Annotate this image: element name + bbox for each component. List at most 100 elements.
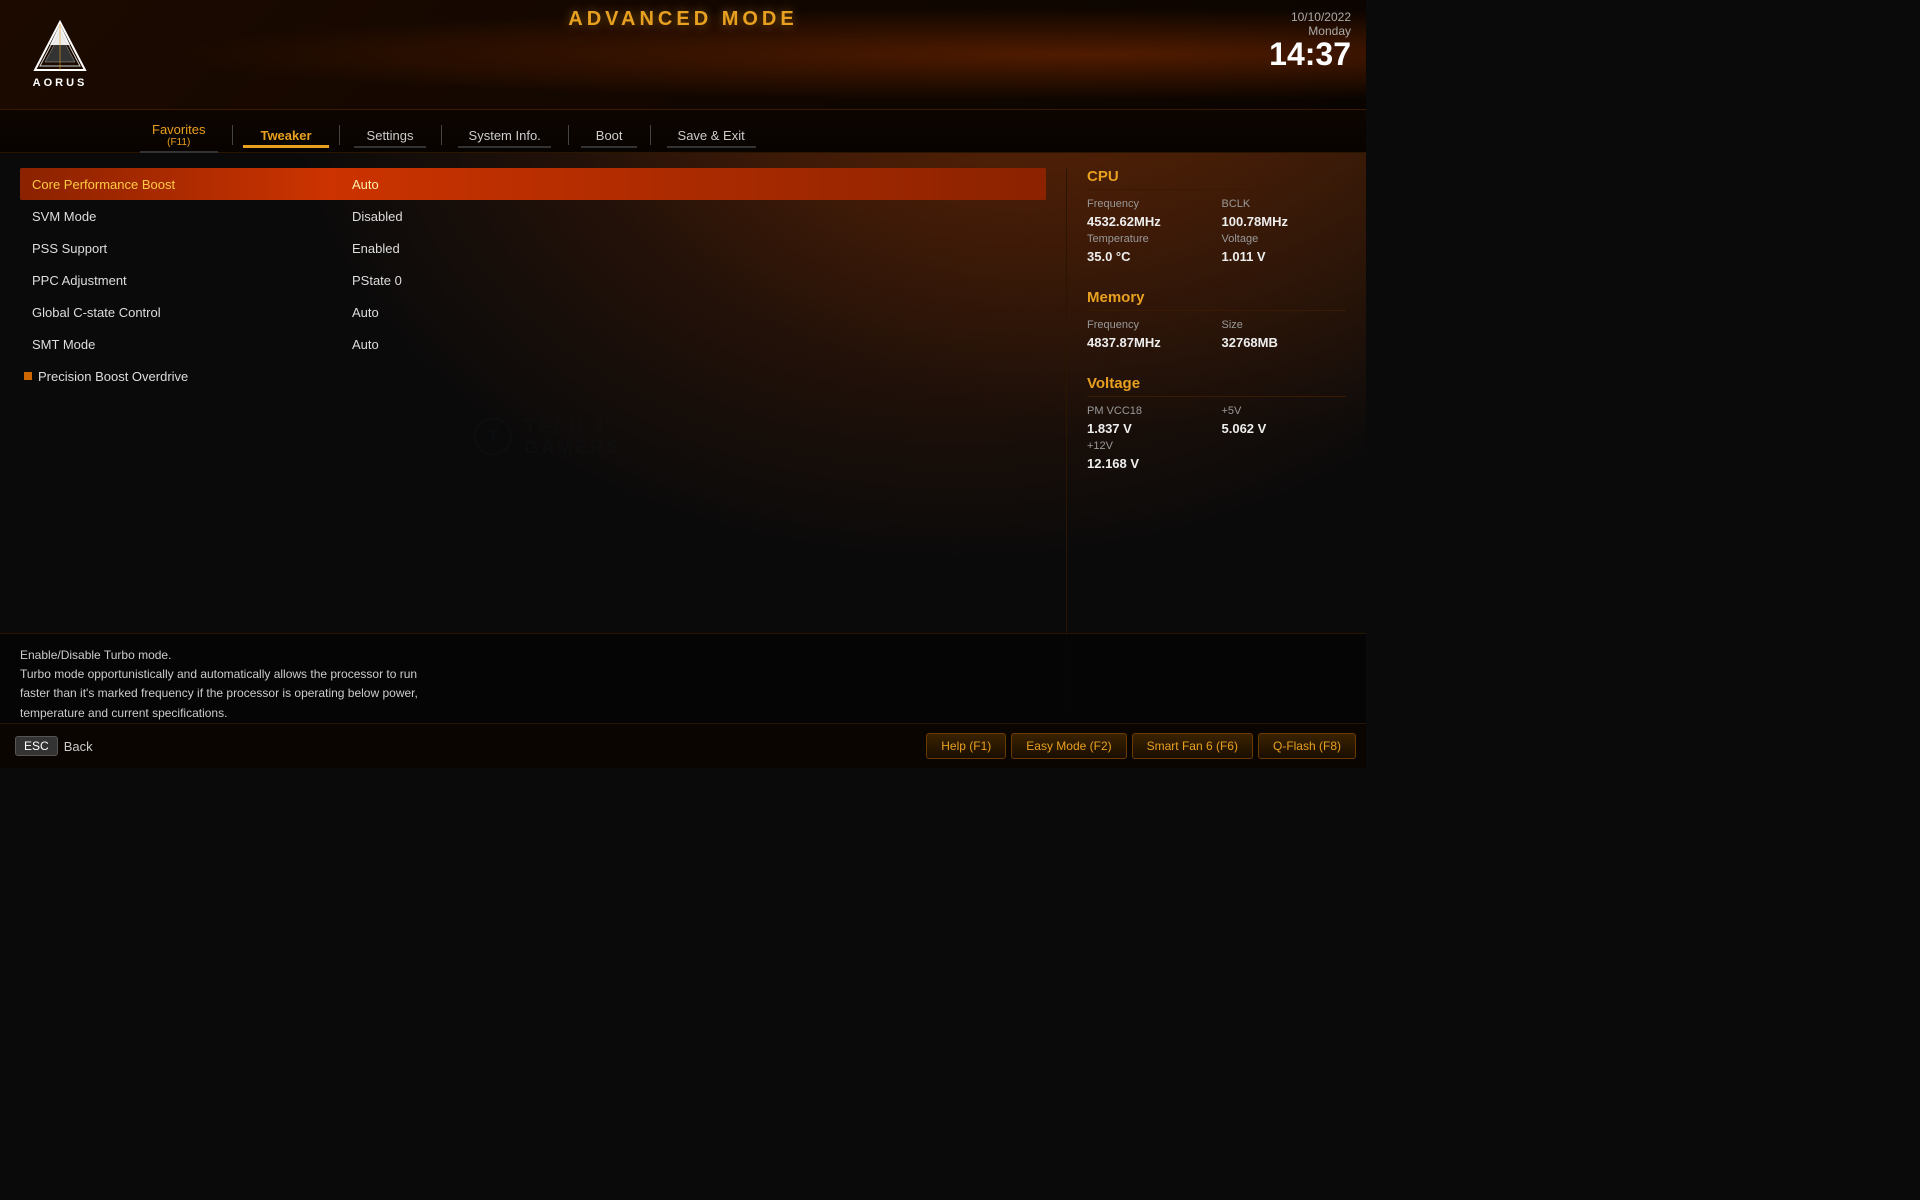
voltage-section: Voltage PM VCC18 +5V 1.837 V 5.062 V +12… xyxy=(1087,375,1346,471)
plus12v-placeholder xyxy=(1222,440,1347,452)
nav-divider-2 xyxy=(339,125,340,145)
setting-value-ppc-adjustment: PState 0 xyxy=(340,273,1046,288)
qflash-button[interactable]: Q-Flash (F8) xyxy=(1258,733,1356,759)
watermark-icon: T xyxy=(471,415,516,460)
tab-boot-label: Boot xyxy=(596,128,623,143)
memory-section-title: Memory xyxy=(1087,289,1346,311)
tab-favorites[interactable]: Favorites (F11) xyxy=(130,118,227,152)
memory-section: Memory Frequency Size 4837.87MHz 32768MB xyxy=(1087,289,1346,350)
tab-settings[interactable]: Settings xyxy=(345,124,436,147)
setting-smt-mode[interactable]: SMT Mode Auto xyxy=(20,328,1046,360)
setting-precision-boost-overdrive[interactable]: Precision Boost Overdrive xyxy=(20,360,1046,392)
page-title: ADVANCED MODE xyxy=(568,8,797,31)
description-text: Enable/Disable Turbo mode. Turbo mode op… xyxy=(20,646,1346,723)
plus12v-value: 12.168 V xyxy=(1087,456,1212,471)
cpu-temperature-value: 35.0 °C xyxy=(1087,249,1212,264)
setting-value-global-cstate: Auto xyxy=(340,305,1046,320)
setting-name-core-performance-boost: Core Performance Boost xyxy=(20,177,340,192)
header: AORUS ADVANCED MODE 10/10/2022 Monday 14… xyxy=(0,0,1366,110)
date-value: 10/10/2022 xyxy=(1291,10,1351,24)
tab-settings-label: Settings xyxy=(367,128,414,143)
cpu-temperature-label: Temperature xyxy=(1087,233,1212,245)
nav-divider-3 xyxy=(441,125,442,145)
description-line2: Turbo mode opportunistically and automat… xyxy=(20,665,1346,684)
plus12v-value-placeholder xyxy=(1222,456,1347,471)
help-button[interactable]: Help (F1) xyxy=(926,733,1006,759)
smart-fan-button[interactable]: Smart Fan 6 (F6) xyxy=(1132,733,1253,759)
nav-divider-5 xyxy=(650,125,651,145)
plus5v-label: +5V xyxy=(1222,405,1347,417)
tab-favorites-label: Favorites xyxy=(152,122,205,137)
memory-frequency-label: Frequency xyxy=(1087,319,1212,331)
memory-frequency-value: 4837.87MHz xyxy=(1087,335,1212,350)
cpu-info-grid: Frequency BCLK 4532.62MHz 100.78MHz Temp… xyxy=(1087,198,1346,264)
setting-name-smt-mode: SMT Mode xyxy=(20,337,340,352)
nav-divider-1 xyxy=(232,125,233,145)
esc-back-button[interactable]: ESC Back xyxy=(0,730,108,762)
logo-area: AORUS xyxy=(0,10,120,99)
setting-name-svm-mode: SVM Mode xyxy=(20,209,340,224)
watermark-text2: GAMERS xyxy=(524,437,621,458)
date-display: 10/10/2022 Monday xyxy=(1269,10,1351,38)
memory-info-grid: Frequency Size 4837.87MHz 32768MB xyxy=(1087,319,1346,350)
pmvcc18-label: PM VCC18 xyxy=(1087,405,1212,417)
setting-value-smt-mode: Auto xyxy=(340,337,1046,352)
setting-value-core-performance-boost: Auto xyxy=(340,177,1046,192)
esc-label: Back xyxy=(64,739,93,754)
voltage-section-title: Voltage xyxy=(1087,375,1346,397)
memory-size-value: 32768MB xyxy=(1222,335,1347,350)
cpu-frequency-label: Frequency xyxy=(1087,198,1212,210)
nav-bar: Favorites (F11) Tweaker Settings System … xyxy=(0,110,1366,153)
esc-key: ESC xyxy=(15,736,58,756)
setting-pss-support[interactable]: PSS Support Enabled xyxy=(20,232,1046,264)
description-line4: temperature and current specifications. xyxy=(20,704,1346,723)
setting-core-performance-boost[interactable]: Core Performance Boost Auto xyxy=(20,168,1046,200)
cpu-voltage-value: 1.011 V xyxy=(1222,249,1347,264)
watermark-text1: TECH 4 xyxy=(524,416,621,437)
description-bar: Enable/Disable Turbo mode. Turbo mode op… xyxy=(0,633,1366,723)
setting-value-svm-mode: Disabled xyxy=(340,209,1046,224)
memory-size-label: Size xyxy=(1222,319,1347,331)
cpu-bclk-label: BCLK xyxy=(1222,198,1347,210)
time-display: 14:37 xyxy=(1269,38,1351,70)
info-panel: CPU Frequency BCLK 4532.62MHz 100.78MHz … xyxy=(1066,168,1346,711)
cpu-voltage-label: Voltage xyxy=(1222,233,1347,245)
tab-save-exit-label: Save & Exit xyxy=(678,128,745,143)
tab-system-info[interactable]: System Info. xyxy=(447,124,563,147)
watermark: T TECH 4 GAMERS xyxy=(471,415,621,460)
setting-global-cstate[interactable]: Global C-state Control Auto xyxy=(20,296,1046,328)
cpu-bclk-value: 100.78MHz xyxy=(1222,214,1347,229)
setting-ppc-adjustment[interactable]: PPC Adjustment PState 0 xyxy=(20,264,1046,296)
setting-name-ppc-adjustment: PPC Adjustment xyxy=(20,273,340,288)
tab-system-info-label: System Info. xyxy=(469,128,541,143)
cpu-section-title: CPU xyxy=(1087,168,1346,190)
tab-favorites-sublabel: (F11) xyxy=(167,137,190,148)
setting-value-pss-support: Enabled xyxy=(340,241,1046,256)
function-bar: ESC Back Help (F1) Easy Mode (F2) Smart … xyxy=(0,723,1366,768)
cpu-section: CPU Frequency BCLK 4532.62MHz 100.78MHz … xyxy=(1087,168,1346,264)
tab-boot[interactable]: Boot xyxy=(574,124,645,147)
bullet-icon xyxy=(24,372,32,380)
tab-save-exit[interactable]: Save & Exit xyxy=(656,124,767,147)
setting-svm-mode[interactable]: SVM Mode Disabled xyxy=(20,200,1046,232)
cpu-frequency-value: 4532.62MHz xyxy=(1087,214,1212,229)
description-line1: Enable/Disable Turbo mode. xyxy=(20,646,1346,665)
plus12v-label: +12V xyxy=(1087,440,1212,452)
datetime-area: 10/10/2022 Monday 14:37 xyxy=(1269,10,1351,70)
tab-tweaker[interactable]: Tweaker xyxy=(238,124,333,147)
setting-name-pss-support: PSS Support xyxy=(20,241,340,256)
settings-panel: Core Performance Boost Auto SVM Mode Dis… xyxy=(20,168,1066,711)
pmvcc18-value: 1.837 V xyxy=(1087,421,1212,436)
svg-text:T: T xyxy=(488,427,499,447)
setting-name-global-cstate: Global C-state Control xyxy=(20,305,340,320)
plus5v-value: 5.062 V xyxy=(1222,421,1347,436)
description-line3: faster than it's marked frequency if the… xyxy=(20,684,1346,703)
setting-name-precision-boost-overdrive: Precision Boost Overdrive xyxy=(38,369,350,384)
fn-buttons-group: Help (F1) Easy Mode (F2) Smart Fan 6 (F6… xyxy=(926,733,1366,759)
tab-tweaker-label: Tweaker xyxy=(260,128,311,143)
title-area: ADVANCED MODE xyxy=(568,8,797,31)
aorus-logo-icon xyxy=(30,20,90,75)
nav-divider-4 xyxy=(568,125,569,145)
easy-mode-button[interactable]: Easy Mode (F2) xyxy=(1011,733,1126,759)
voltage-info-grid: PM VCC18 +5V 1.837 V 5.062 V +12V 12.168… xyxy=(1087,405,1346,471)
